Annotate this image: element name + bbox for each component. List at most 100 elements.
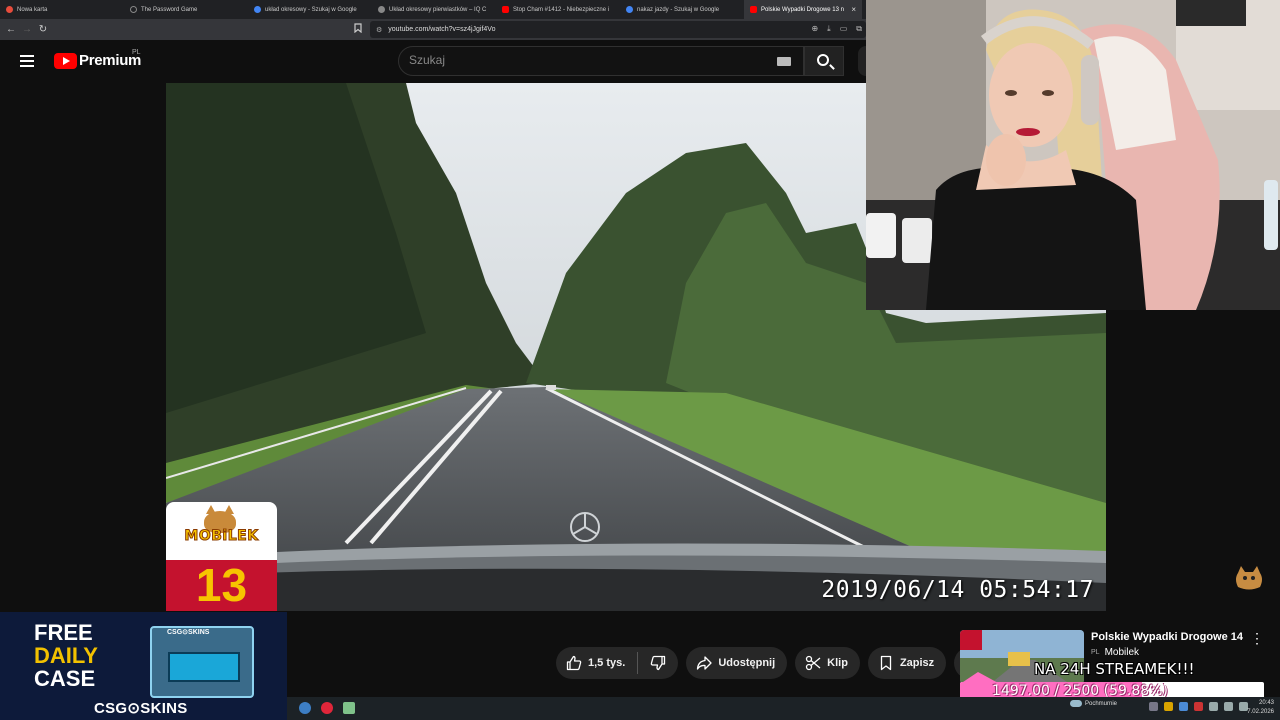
back-icon[interactable]: ←: [3, 24, 19, 35]
volume-icon[interactable]: [1224, 702, 1233, 711]
tray-app-icon[interactable]: [1179, 702, 1188, 711]
youtube-favicon-icon: [750, 6, 757, 13]
webcam-overlay: [866, 0, 1280, 310]
google-favicon-icon: [626, 6, 633, 13]
google-favicon-icon: [254, 6, 261, 13]
tray-app-icon[interactable]: [1194, 702, 1203, 711]
save-button[interactable]: Zapisz: [867, 647, 947, 679]
site-info-icon[interactable]: ⚙: [376, 26, 382, 34]
search-button[interactable]: [804, 46, 844, 76]
csgoskins-ad[interactable]: FREE DAILY CASE CSG⊙SKINS CSG⊙SKINS: [0, 612, 287, 720]
forward-icon[interactable]: →: [19, 24, 35, 35]
thumbs-down-icon: [650, 655, 666, 671]
tray-app-icon[interactable]: [1164, 702, 1173, 711]
like-button[interactable]: 1,5 tys.: [556, 647, 637, 679]
share-icon: [696, 655, 712, 671]
tab-title: Stop Cham #1412 - Niebezpieczne i: [513, 6, 610, 13]
cat-mascot-icon: [1236, 566, 1262, 590]
youtube-logo-icon[interactable]: [54, 53, 77, 69]
cast-icon[interactable]: ▭: [840, 24, 848, 34]
badge-episode-number: 13: [166, 560, 277, 611]
dislike-button[interactable]: [638, 647, 678, 679]
system-tray: [1149, 702, 1248, 711]
tab-title: Polskie Wypadki Drogowe 13 n: [761, 6, 844, 13]
browser-tab-active[interactable]: Polskie Wypadki Drogowe 13 n ×: [744, 0, 862, 19]
screen: Nowa karta The Password Game układ okres…: [0, 0, 1280, 720]
scissors-icon: [805, 655, 821, 671]
stream-overlay-text: NA 24H STREAMEK!!!: [1034, 660, 1195, 678]
channel-episode-badge: MOBiLEK 13: [166, 502, 277, 611]
tab-favicon-icon: [378, 6, 385, 13]
tab-title: Nowa karta: [17, 6, 48, 13]
share-button[interactable]: Udostępnij: [686, 647, 788, 679]
ad-brand: CSG⊙SKINS: [94, 700, 188, 717]
system-clock[interactable]: 20:43 7.02.2026: [1247, 699, 1274, 717]
tab-title: układ okresowy - Szukaj w Google: [265, 6, 357, 13]
recommended-title[interactable]: Polskie Wypadki Drogowe 14: [1091, 631, 1243, 643]
region-code: PL: [132, 49, 141, 56]
recommended-channel[interactable]: PL Mobilek: [1091, 647, 1139, 658]
clock-date: 7.02.2026: [1247, 709, 1274, 715]
save-label: Zapisz: [899, 657, 935, 669]
tab-title: nakaz jazdy - Szukaj w Google: [637, 6, 720, 13]
tab-title: The Password Game: [141, 6, 198, 13]
reload-icon[interactable]: ↻: [35, 24, 51, 35]
clock-time: 20:43: [1258, 700, 1274, 706]
zoom-icon[interactable]: ⊕: [811, 24, 818, 34]
extensions-icon[interactable]: ⧉: [856, 24, 862, 34]
webcam-frame: [866, 0, 1280, 310]
menu-icon[interactable]: [20, 55, 34, 70]
taskbar: Pochmurnie 20:43 7.02.2026: [287, 697, 1280, 720]
address-bar-actions: ⊕ ⤓ ▭ ⧉: [811, 24, 862, 34]
youtube-favicon-icon: [502, 6, 509, 13]
crate-label: CSG⊙SKINS: [167, 629, 210, 636]
bookmark-icon: [878, 655, 894, 671]
recommended-more-icon[interactable]: ⋮: [1250, 630, 1264, 647]
browser-tab[interactable]: układ okresowy - Szukaj w Google: [248, 0, 372, 19]
tab-favicon-icon: [130, 6, 137, 13]
browser-tab[interactable]: The Password Game: [124, 0, 248, 19]
browser-tab[interactable]: Stop Cham #1412 - Niebezpieczne i: [496, 0, 620, 19]
clip-button[interactable]: Klip: [795, 647, 860, 679]
ad-line-1: FREE: [34, 620, 93, 645]
browser-tab-strip: Nowa karta The Password Game układ okres…: [0, 0, 866, 19]
video-actions: 1,5 tys. Udostępnij Klip Zapisz: [556, 647, 987, 679]
tab-title: Układ okresowy pierwiastków – IQ C: [389, 6, 487, 13]
clip-label: Klip: [827, 657, 848, 669]
thumbs-up-icon: [566, 655, 582, 671]
weather-widget[interactable]: Pochmurnie: [1070, 700, 1117, 707]
browser-toolbar: ← → ↻ ⚙ youtube.com/watch?v=sz4jJgif4Vo …: [0, 19, 866, 40]
tab-favicon-icon: [6, 6, 13, 13]
browser-tab[interactable]: Układ okresowy pierwiastków – IQ C: [372, 0, 496, 19]
weather-text: Pochmurnie: [1085, 701, 1118, 708]
like-count: 1,5 tys.: [588, 657, 626, 669]
browser-tab[interactable]: Nowa karta: [0, 0, 124, 19]
notes-app-icon[interactable]: [343, 702, 355, 714]
like-dislike-group: 1,5 tys.: [556, 647, 679, 679]
dashcam-timestamp: 2019/06/14 05:54:17: [821, 577, 1094, 603]
ad-line-2: DAILY: [34, 643, 98, 668]
case-crate-icon: [150, 626, 254, 698]
search-box: [398, 46, 804, 76]
ad-line-3: CASE: [34, 666, 96, 691]
settings-icon[interactable]: [299, 702, 311, 714]
network-icon[interactable]: [1209, 702, 1218, 711]
search-input[interactable]: [409, 53, 759, 67]
browser-tab[interactable]: nakaz jazdy - Szukaj w Google: [620, 0, 744, 19]
address-bar[interactable]: ⚙ youtube.com/watch?v=sz4jJgif4Vo ⊕ ⤓ ▭ …: [370, 21, 866, 38]
close-tab-icon[interactable]: ×: [851, 5, 856, 14]
cloud-icon: [1070, 700, 1082, 707]
download-icon[interactable]: ⤓: [827, 24, 831, 34]
url-text: youtube.com/watch?v=sz4jJgif4Vo: [388, 26, 496, 33]
browser-app-icon[interactable]: [321, 702, 333, 714]
channel-name: Mobilek: [1104, 647, 1140, 658]
youtube-header: Premium PL: [0, 40, 866, 83]
search-icon: [817, 54, 829, 66]
bookmark-icon[interactable]: [354, 23, 362, 35]
voice-search-button[interactable]: [858, 46, 866, 76]
badge-brand: MOBiLEK: [184, 528, 259, 545]
tray-chevron-icon[interactable]: [1149, 702, 1158, 711]
keyboard-icon[interactable]: [777, 57, 791, 66]
share-label: Udostępnij: [718, 657, 776, 669]
channel-prefix: PL: [1091, 649, 1100, 656]
